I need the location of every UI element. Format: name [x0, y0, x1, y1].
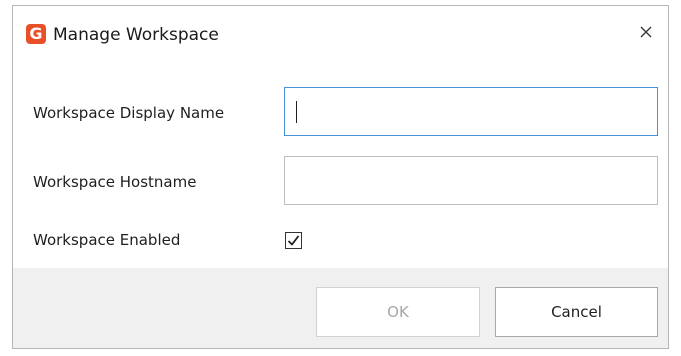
title-bar: G Manage Workspace	[13, 6, 668, 64]
display-name-label: Workspace Display Name	[33, 104, 225, 122]
hostname-label: Workspace Hostname	[33, 173, 197, 191]
ok-button[interactable]: OK	[316, 287, 480, 337]
dialog-footer: OK Cancel	[13, 268, 668, 348]
checkmark-icon	[287, 235, 300, 246]
app-icon: G	[26, 24, 46, 44]
cancel-button[interactable]: Cancel	[495, 287, 658, 337]
dialog-title: Manage Workspace	[53, 25, 219, 45]
enabled-checkbox[interactable]	[285, 232, 302, 249]
close-icon	[640, 26, 652, 38]
enabled-label: Workspace Enabled	[33, 231, 181, 249]
hostname-input[interactable]	[284, 156, 658, 205]
close-button[interactable]	[632, 18, 660, 46]
display-name-input[interactable]	[284, 87, 658, 136]
manage-workspace-dialog: G Manage Workspace Workspace Display Nam…	[12, 5, 669, 349]
text-caret	[296, 101, 297, 123]
